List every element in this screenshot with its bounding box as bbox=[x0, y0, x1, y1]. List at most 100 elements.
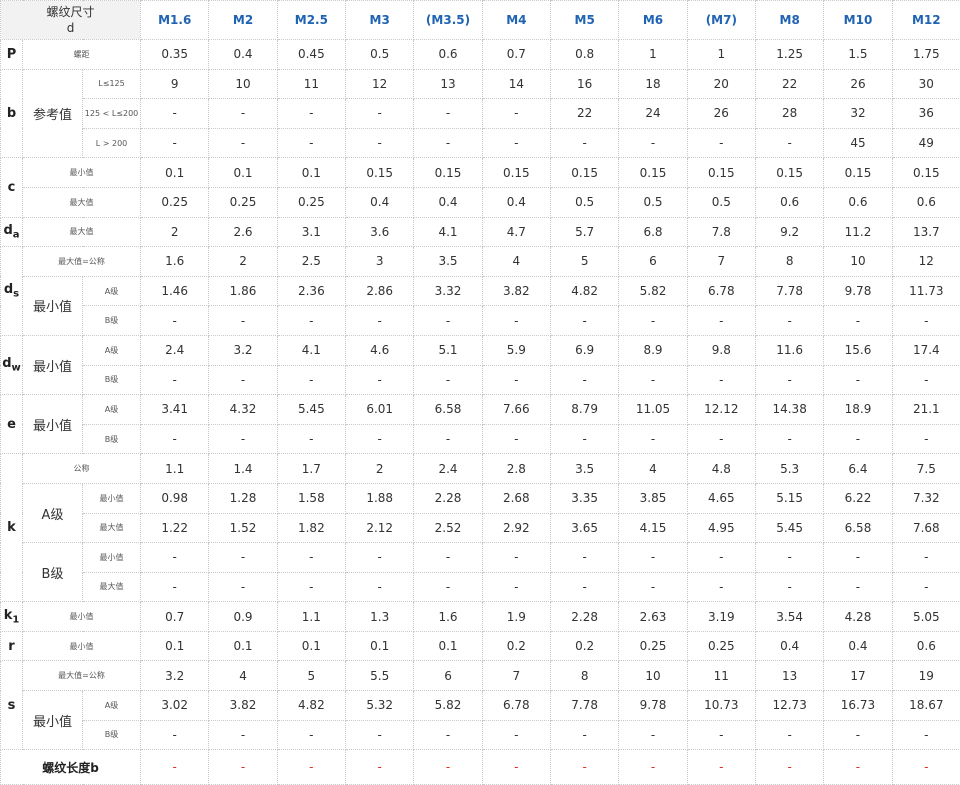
table-cell: - bbox=[755, 750, 823, 785]
group-label: A级 bbox=[23, 483, 83, 542]
table-cell: 2.92 bbox=[482, 513, 550, 543]
row-label: B级 bbox=[83, 306, 141, 336]
table-row: k1 最小值 0.70.91.11.31.61.92.282.633.193.5… bbox=[1, 602, 960, 632]
table-cell: - bbox=[414, 543, 482, 573]
table-cell: - bbox=[892, 543, 960, 573]
table-cell: - bbox=[551, 572, 619, 602]
table-cell: 11.2 bbox=[824, 217, 892, 247]
table-cell: 1.7 bbox=[277, 454, 345, 484]
table-cell: 0.25 bbox=[209, 187, 277, 217]
thread-size-header: 螺纹尺寸 d bbox=[1, 1, 141, 40]
table-cell: - bbox=[209, 424, 277, 454]
row-label: 最大值 bbox=[23, 187, 141, 217]
thread-length-label: 螺纹长度b bbox=[1, 750, 141, 785]
table-cell: 0.25 bbox=[687, 631, 755, 661]
table-cell: 45 bbox=[824, 128, 892, 158]
table-cell: - bbox=[414, 424, 482, 454]
table-cell: 7.32 bbox=[892, 483, 960, 513]
table-cell: 3 bbox=[346, 247, 414, 277]
table-row: L > 200 ----------4549 bbox=[1, 128, 960, 158]
table-cell: - bbox=[619, 750, 687, 785]
table-cell: 0.1 bbox=[141, 158, 209, 188]
param-symbol-c: c bbox=[1, 158, 23, 217]
table-cell: 15.6 bbox=[824, 335, 892, 365]
table-cell: 2.6 bbox=[209, 217, 277, 247]
row-label: B级 bbox=[83, 424, 141, 454]
row-label: A级 bbox=[83, 276, 141, 306]
param-symbol-k: k bbox=[1, 454, 23, 602]
table-cell: - bbox=[346, 365, 414, 395]
table-cell: - bbox=[892, 306, 960, 336]
table-cell: 20 bbox=[687, 69, 755, 99]
table-cell: - bbox=[619, 424, 687, 454]
size-header: M3 bbox=[346, 1, 414, 40]
group-label: 最小值 bbox=[23, 395, 83, 454]
table-cell: - bbox=[755, 306, 823, 336]
table-cell: - bbox=[687, 424, 755, 454]
size-header: M6 bbox=[619, 1, 687, 40]
table-cell: - bbox=[482, 306, 550, 336]
table-row: B级 ------------ bbox=[1, 365, 960, 395]
table-cell: - bbox=[482, 424, 550, 454]
table-cell: 0.1 bbox=[209, 631, 277, 661]
param-symbol-ds: ds bbox=[1, 247, 23, 336]
table-cell: 8.9 bbox=[619, 335, 687, 365]
table-cell: - bbox=[551, 128, 619, 158]
size-header: M8 bbox=[755, 1, 823, 40]
table-cell: 4.1 bbox=[277, 335, 345, 365]
table-cell: 9 bbox=[141, 69, 209, 99]
table-cell: 0.4 bbox=[346, 187, 414, 217]
table-cell: 1.28 bbox=[209, 483, 277, 513]
param-symbol-e: e bbox=[1, 395, 23, 454]
table-cell: 3.35 bbox=[551, 483, 619, 513]
row-label: B级 bbox=[83, 365, 141, 395]
table-row: r 最小值 0.10.10.10.10.10.20.20.250.250.40.… bbox=[1, 631, 960, 661]
table-cell: 1.3 bbox=[346, 602, 414, 632]
table-cell: 8 bbox=[755, 247, 823, 277]
group-label: 最小值 bbox=[23, 276, 83, 335]
table-cell: 9.2 bbox=[755, 217, 823, 247]
table-cell: - bbox=[687, 128, 755, 158]
table-cell: 12 bbox=[346, 69, 414, 99]
table-cell: 0.25 bbox=[141, 187, 209, 217]
table-cell: 0.4 bbox=[482, 187, 550, 217]
size-header: M12 bbox=[892, 1, 960, 40]
table-cell: 0.4 bbox=[209, 40, 277, 70]
row-label: L≤125 bbox=[83, 69, 141, 99]
table-cell: 30 bbox=[892, 69, 960, 99]
table-cell: 0.1 bbox=[141, 631, 209, 661]
table-cell: - bbox=[141, 365, 209, 395]
table-cell: 12 bbox=[892, 247, 960, 277]
table-cell: 2.28 bbox=[551, 602, 619, 632]
table-cell: - bbox=[414, 720, 482, 750]
table-cell: 7.5 bbox=[892, 454, 960, 484]
table-cell: 4.7 bbox=[482, 217, 550, 247]
size-header: M2.5 bbox=[277, 1, 345, 40]
table-cell: - bbox=[824, 543, 892, 573]
table-cell: - bbox=[141, 720, 209, 750]
table-cell: - bbox=[277, 365, 345, 395]
table-row: dw 最小值 A级 2.43.24.14.65.15.96.98.99.811.… bbox=[1, 335, 960, 365]
table-cell: 5.9 bbox=[482, 335, 550, 365]
table-cell: 0.15 bbox=[551, 158, 619, 188]
table-cell: 6.9 bbox=[551, 335, 619, 365]
table-cell: 0.4 bbox=[824, 631, 892, 661]
table-cell: 5.3 bbox=[755, 454, 823, 484]
table-cell: 10.73 bbox=[687, 691, 755, 721]
table-cell: 0.6 bbox=[414, 40, 482, 70]
table-row: B级 ------------ bbox=[1, 720, 960, 750]
table-row: P 螺距 0.350.40.450.50.60.70.8111.251.51.7… bbox=[1, 40, 960, 70]
table-cell: - bbox=[619, 720, 687, 750]
table-cell: - bbox=[892, 365, 960, 395]
table-row: 最大值 ------------ bbox=[1, 572, 960, 602]
table-cell: 6 bbox=[619, 247, 687, 277]
table-cell: 19 bbox=[892, 661, 960, 691]
row-label: 最小值 bbox=[83, 483, 141, 513]
table-cell: 1.88 bbox=[346, 483, 414, 513]
table-cell: 5.45 bbox=[277, 395, 345, 425]
table-cell: - bbox=[892, 572, 960, 602]
table-cell: 3.32 bbox=[414, 276, 482, 306]
table-cell: - bbox=[141, 572, 209, 602]
table-cell: 10 bbox=[824, 247, 892, 277]
table-cell: - bbox=[824, 572, 892, 602]
